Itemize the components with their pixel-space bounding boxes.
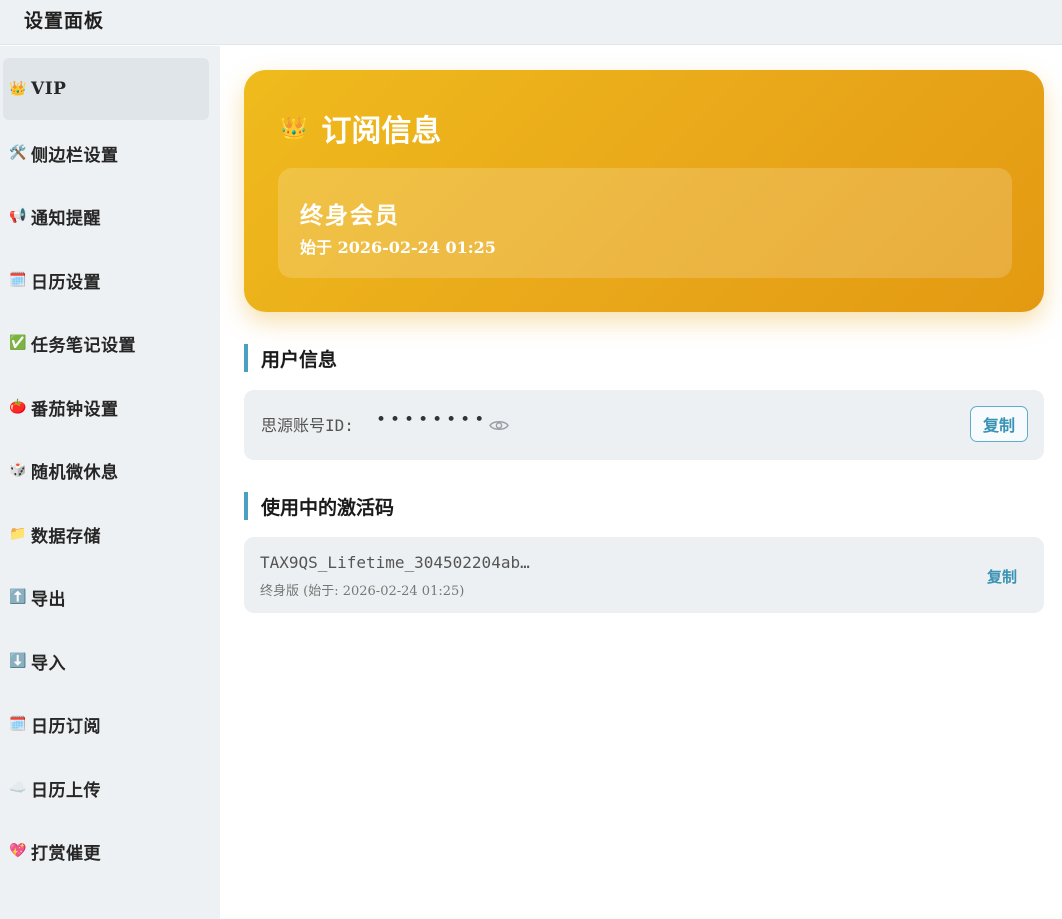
sidebar-item-sidebar-settings[interactable]: 🛠️ 侧边栏设置 [3,122,209,184]
sidebar-item-donate[interactable]: 💖 打赏催更 [3,820,209,882]
sidebar-item-label: 通知提醒 [31,208,101,229]
tomato-icon: 🍅 [9,399,27,415]
subscription-card: 👑 订阅信息 终身会员 始于 2026-02-24 01:25 [244,70,1044,312]
sidebar-item-label: 导出 [31,589,66,610]
arrow-down-icon: ⬇️ [9,653,27,669]
sidebar-item-vip[interactable]: 👑 VIP [3,58,209,120]
copy-activation-code-button[interactable]: 复制 [987,566,1017,587]
membership-since: 始于 2026-02-24 01:25 [300,238,496,257]
sidebar-item-micro-break[interactable]: 🎲 随机微休息 [3,439,209,501]
sidebar-item-label: 日历上传 [31,780,101,801]
sidebar-item-calendar-upload[interactable]: ☁️ 日历上传 [3,757,209,819]
sidebar-item-task-notes[interactable]: ✅ 任务笔记设置 [3,312,209,374]
sidebar-item-import[interactable]: ⬇️ 导入 [3,630,209,692]
eye-icon[interactable] [489,417,509,436]
sidebar-item-label: 侧边栏设置 [31,145,119,166]
sidebar-item-label: VIP [31,79,67,99]
membership-plan: 终身会员 [300,202,400,229]
calendar-icon: 🗓️ [9,272,27,288]
activation-code: TAX9QS_Lifetime_304502204ab… [260,553,530,572]
subscription-header: 👑 订阅信息 [280,106,441,150]
activation-code-detail: 终身版 (始于: 2026-02-24 01:25) [260,584,465,599]
subscription-title: 订阅信息 [321,114,442,149]
sidebar-item-label: 日历设置 [31,272,101,293]
sidebar-item-label: 数据存储 [31,526,101,547]
sidebar-item-data-storage[interactable]: 📁 数据存储 [3,503,209,565]
sidebar-item-label: 导入 [31,653,66,674]
folder-icon: 📁 [9,526,27,542]
window-title: 设置面板 [24,10,105,32]
crown-icon: 👑 [280,115,308,141]
title-bar: 设置面板 [0,0,1062,45]
membership-panel: 终身会员 始于 2026-02-24 01:25 [278,168,1012,278]
sidebar-item-label: 打赏催更 [31,843,101,864]
sidebar: 👑 VIP 🛠️ 侧边栏设置 📢 通知提醒 🗓️ 日历设置 ✅ 任务笔记设置 🍅… [0,46,220,919]
sidebar-item-label: 任务笔记设置 [31,335,136,356]
account-id-label: 思源账号ID: [261,416,354,435]
dice-icon: 🎲 [9,462,27,478]
sidebar-item-label: 随机微休息 [31,462,119,483]
section-title-activation-code: 使用中的激活码 [244,492,394,520]
megaphone-icon: 📢 [9,208,27,224]
sidebar-item-calendar-subscribe[interactable]: 🗓️ 日历订阅 [3,693,209,755]
copy-account-id-button[interactable]: 复制 [970,406,1028,442]
arrow-up-icon: ⬆️ [9,589,27,605]
calendar-icon: 🗓️ [9,716,27,732]
activation-code-row: TAX9QS_Lifetime_304502204ab… 终身版 (始于: 20… [244,537,1044,613]
heart-icon: 💖 [9,843,27,859]
account-id-row: 思源账号ID: •••••••• 复制 [244,390,1044,460]
sidebar-item-notifications[interactable]: 📢 通知提醒 [3,185,209,247]
sidebar-item-pomodoro[interactable]: 🍅 番茄钟设置 [3,376,209,438]
crown-icon: 👑 [9,81,27,97]
sidebar-item-export[interactable]: ⬆️ 导出 [3,566,209,628]
sidebar-item-calendar-settings[interactable]: 🗓️ 日历设置 [3,249,209,311]
account-id-masked: •••••••• [376,410,489,430]
sidebar-item-label: 日历订阅 [31,716,101,737]
sidebar-item-label: 番茄钟设置 [31,399,119,420]
cloud-icon: ☁️ [9,780,27,796]
section-title-user-info: 用户信息 [244,344,337,372]
tools-icon: 🛠️ [9,145,27,161]
check-icon: ✅ [9,335,27,351]
